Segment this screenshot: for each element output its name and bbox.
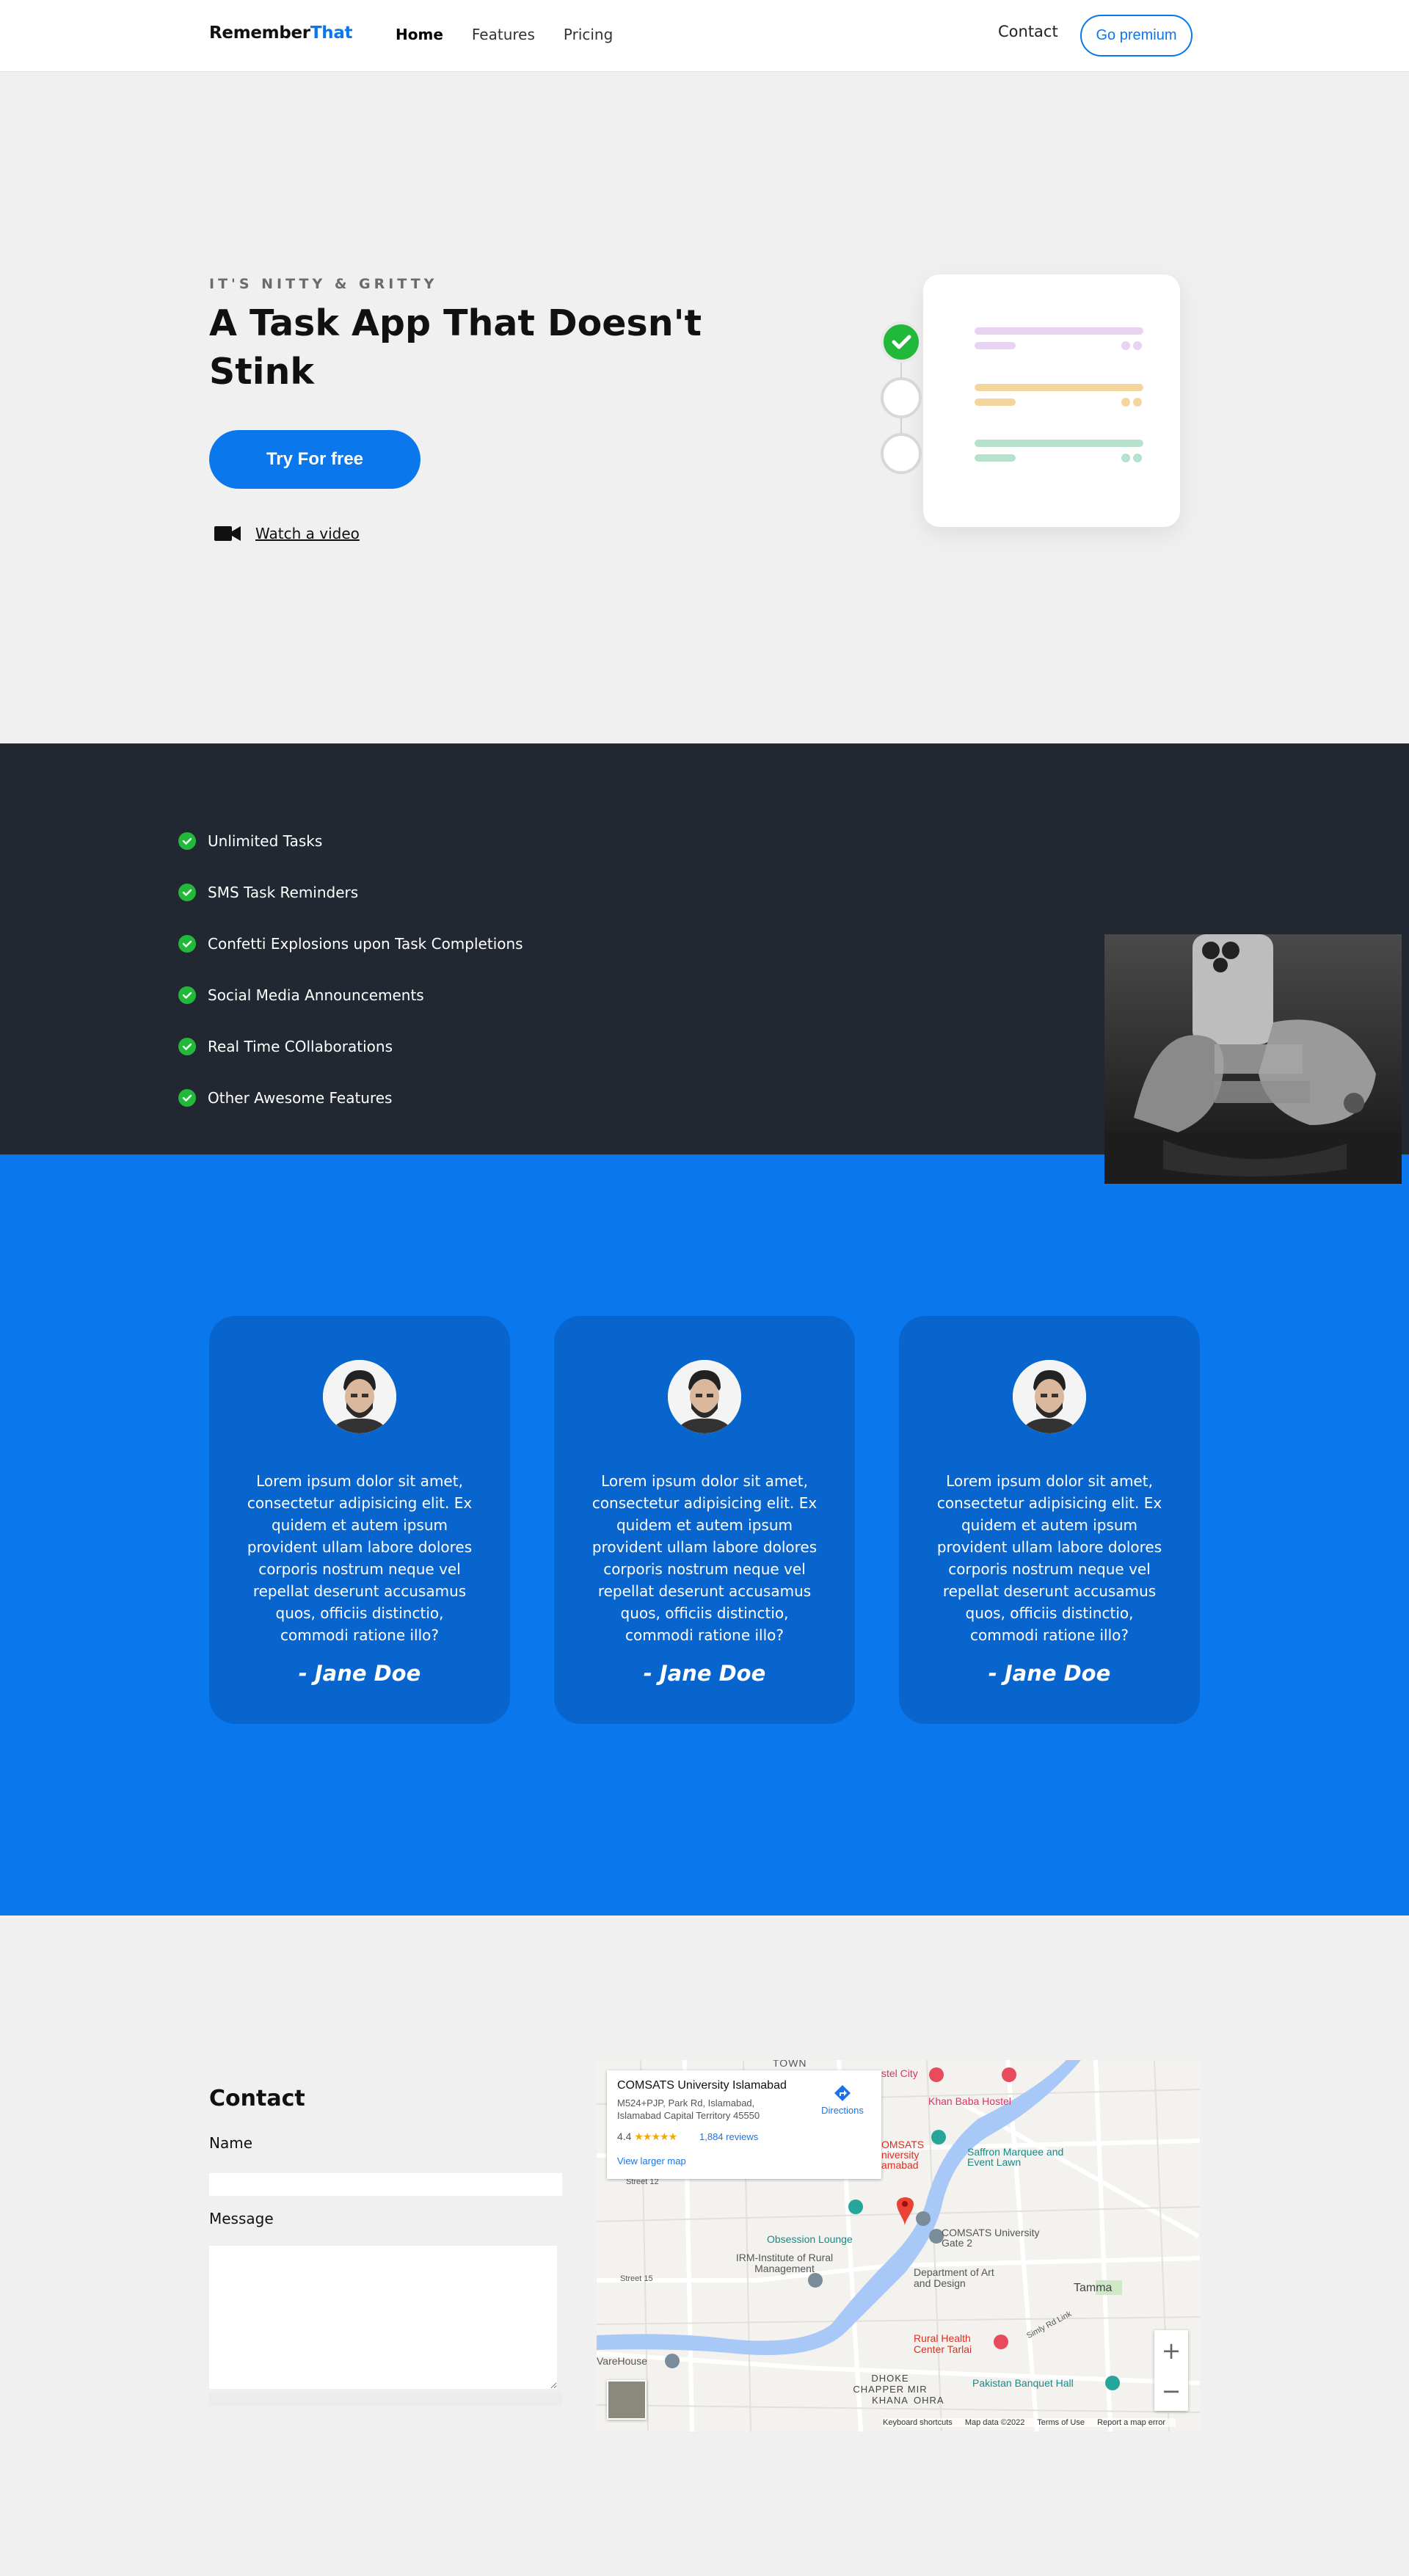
check-circle-icon (178, 1038, 196, 1055)
rating-stars-icon: ★★★★★ (634, 2131, 677, 2142)
nav-links: Home Features Pricing (396, 26, 641, 43)
rating-value: 4.4 (617, 2131, 632, 2142)
testimonial-author: - Jane Doe (298, 1661, 421, 1686)
brand-logo[interactable]: RememberThat (209, 23, 353, 43)
map-place-card: COMSATS University Islamabad M524+PJP, P… (607, 2070, 881, 2179)
testimonial-author: - Jane Doe (643, 1661, 766, 1686)
contact-section: Contact Name Message TOWN stel City Khan… (0, 1915, 1409, 2576)
directions-button[interactable]: Directions (817, 2084, 868, 2116)
task-list-illustration (881, 321, 1143, 474)
map-footer: Keyboard shortcuts Map data ©2022 Terms … (883, 2418, 1176, 2427)
phone-hands-photo (1104, 934, 1402, 1184)
testimonial-author: - Jane Doe (988, 1661, 1111, 1686)
testimonial-card: Lorem ipsum dolor sit amet, consectetur … (899, 1316, 1200, 1724)
map-label: OHRA (914, 2395, 944, 2406)
nav-link-contact[interactable]: Contact (998, 23, 1058, 40)
name-input[interactable] (209, 2173, 562, 2196)
testimonial-quote: Lorem ipsum dolor sit amet, consectetur … (247, 1472, 473, 1644)
map-data-credit: Map data ©2022 (964, 2418, 1025, 2427)
avatar (668, 1360, 741, 1433)
map-label: VareHouse (597, 2355, 648, 2367)
feature-item: Real Time COllaborations (178, 1021, 523, 1072)
reviews-link[interactable]: 1,884 reviews (699, 2131, 758, 2142)
map-label: Department of Art and Design (914, 2266, 994, 2289)
map-label: stel City (881, 2067, 918, 2079)
testimonials-section: Lorem ipsum dolor sit amet, consectetur … (0, 1154, 1409, 1915)
zoom-out-button[interactable]: − (1154, 2371, 1188, 2411)
nav-link-home[interactable]: Home (396, 26, 443, 43)
feature-list: Unlimited Tasks SMS Task Reminders Confe… (178, 815, 523, 1124)
embedded-map[interactable]: TOWN stel City Khan Baba Hostel OMSATS n… (597, 2060, 1200, 2431)
feature-item: Other Awesome Features (178, 1072, 523, 1124)
avatar (323, 1360, 396, 1433)
task-illustration-card (881, 274, 1180, 527)
keyboard-shortcuts-link[interactable]: Keyboard shortcuts (883, 2418, 953, 2427)
directions-label: Directions (821, 2105, 864, 2116)
brand-name-part2: That (310, 23, 353, 43)
video-camera-icon (214, 526, 241, 541)
zoom-in-button[interactable]: + (1154, 2330, 1188, 2371)
avatar (1013, 1360, 1086, 1433)
watch-video-row: Watch a video (214, 524, 360, 543)
map-label: COMSATS University Gate 2 (942, 2227, 1040, 2249)
feature-label: Real Time COllaborations (208, 1038, 393, 1055)
map-label: Khan Baba Hostel (928, 2095, 1011, 2107)
watch-video-link[interactable]: Watch a video (255, 525, 360, 542)
terms-of-use-link[interactable]: Terms of Use (1037, 2418, 1085, 2427)
feature-item: Confetti Explosions upon Task Completion… (178, 918, 523, 969)
brand-name-part1: Remember (209, 23, 310, 43)
testimonial-card: Lorem ipsum dolor sit amet, consectetur … (209, 1316, 510, 1724)
map-label: Tamma (1074, 2282, 1113, 2294)
unchecked-circle-icon (881, 433, 922, 474)
testimonial-quote: Lorem ipsum dolor sit amet, consectetur … (936, 1472, 1162, 1644)
feature-label: Social Media Announcements (208, 986, 424, 1004)
view-larger-map-link[interactable]: View larger map (617, 2155, 686, 2166)
check-circle-icon (178, 884, 196, 901)
unchecked-circle-icon (881, 377, 922, 418)
place-rating: 4.4 ★★★★★ (617, 2131, 677, 2143)
nav-link-features[interactable]: Features (472, 26, 535, 43)
feature-item: Social Media Announcements (178, 969, 523, 1021)
place-address: M524+PJP, Park Rd, Islamabad, Islamabad … (617, 2097, 760, 2121)
testimonial-quote: Lorem ipsum dolor sit amet, consectetur … (591, 1472, 818, 1644)
check-circle-icon (178, 1089, 196, 1107)
check-done-icon (881, 321, 922, 363)
directions-icon (834, 2085, 851, 2101)
map-label: Street 15 (620, 2274, 653, 2283)
message-textarea[interactable] (209, 2246, 557, 2389)
go-premium-button[interactable]: Go premium (1080, 15, 1193, 57)
feature-label: Unlimited Tasks (208, 832, 323, 850)
map-label: IRM-Institute of Rural Management (735, 2252, 834, 2274)
map-label: Saffron Marquee and Event Lawn (967, 2146, 1064, 2168)
map-label: Rural Health Center Tarlai (914, 2332, 972, 2355)
hero-eyebrow: IT'S NITTY & GRITTY (209, 276, 438, 292)
report-map-error-link[interactable]: Report a map error (1097, 2418, 1165, 2427)
testimonial-card: Lorem ipsum dolor sit amet, consectetur … (554, 1316, 855, 1724)
satellite-view-toggle[interactable] (607, 2380, 647, 2420)
map-zoom-controls: + − (1154, 2330, 1188, 2411)
check-circle-icon (178, 832, 196, 850)
top-navbar: RememberThat Home Features Pricing Conta… (0, 0, 1409, 72)
message-label: Message (209, 2210, 274, 2227)
map-label: OMSATS niversity amabad (881, 2139, 925, 2171)
feature-item: Unlimited Tasks (178, 815, 523, 867)
nav-link-pricing[interactable]: Pricing (564, 26, 613, 43)
form-footer-bar (209, 2393, 562, 2406)
feature-label: SMS Task Reminders (208, 884, 359, 901)
check-circle-icon (178, 935, 196, 953)
map-label: Obsession Lounge (767, 2233, 853, 2245)
feature-item: SMS Task Reminders (178, 867, 523, 918)
contact-title: Contact (209, 2086, 305, 2111)
hero-title: A Task App That Doesn't Stink (209, 302, 702, 393)
check-circle-icon (178, 986, 196, 1004)
map-label: Pakistan Banquet Hall (972, 2377, 1074, 2389)
name-label: Name (209, 2134, 253, 2152)
try-for-free-button[interactable]: Try For free (209, 430, 420, 489)
map-label: TOWN (773, 2060, 807, 2069)
hero-section: IT'S NITTY & GRITTY A Task App That Does… (0, 72, 1409, 743)
place-name: COMSATS University Islamabad (617, 2079, 787, 2092)
feature-label: Confetti Explosions upon Task Completion… (208, 935, 523, 953)
feature-label: Other Awesome Features (208, 1089, 393, 1107)
